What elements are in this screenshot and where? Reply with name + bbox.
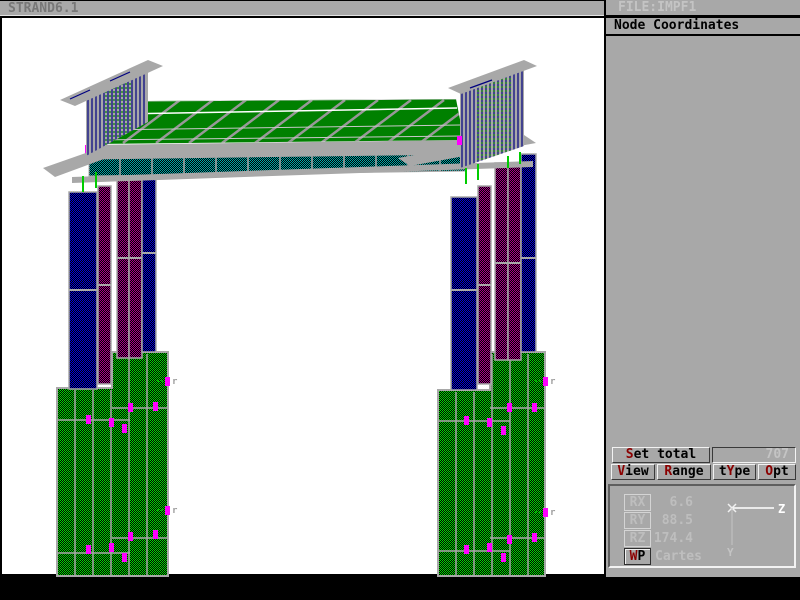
axis-indicator: Z Y (710, 491, 795, 563)
view-button[interactable]: View (611, 464, 655, 480)
set-total-hotkey: S (626, 447, 634, 462)
panel-title-label: Node Coordinates (614, 18, 739, 33)
set-total-label: et total (634, 447, 697, 462)
svg-text:r: r (550, 377, 556, 387)
svg-text:r: r (550, 508, 556, 518)
set-total-button[interactable]: Set total (612, 447, 710, 463)
bridge-columns (69, 154, 536, 390)
file-name-bar: FILE:IMPF1 (606, 0, 800, 15)
svg-text:r: r (172, 506, 178, 516)
wp-button[interactable]: WP (624, 548, 651, 565)
total-count: 707 (766, 447, 789, 462)
range-button[interactable]: Range (657, 464, 711, 480)
file-label: FILE:IMPF1 (618, 0, 696, 15)
set-total-value: 707 (712, 447, 796, 463)
rz-value: 174.4 (635, 530, 693, 547)
rx-value: 6.6 (635, 494, 693, 511)
y-axis-label: Y (727, 546, 734, 559)
z-axis-label: Z (778, 502, 785, 516)
ry-value: 88.5 (635, 512, 693, 529)
options-button[interactable]: Opt (758, 464, 796, 480)
svg-text:r: r (172, 377, 178, 387)
panel-title: Node Coordinates (606, 18, 800, 36)
control-panel: FILE:IMPF1 Node Coordinates Set total 70… (606, 0, 800, 577)
type-button[interactable]: tYpe (713, 464, 756, 480)
rotation-panel: RX 6.6 RY 88.5 RZ 174.4 WP Cartes Z Y (608, 484, 796, 568)
